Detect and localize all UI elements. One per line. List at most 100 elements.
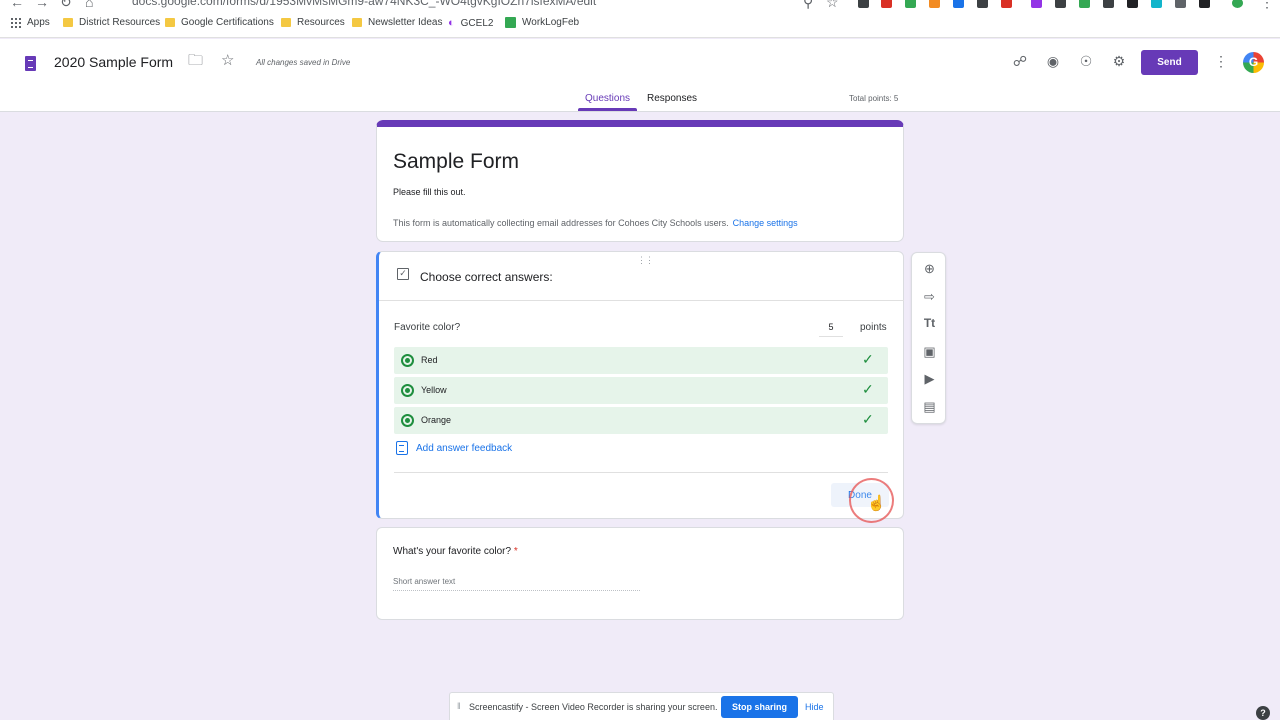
document-title[interactable]: 2020 Sample Form	[54, 54, 173, 70]
import-questions-icon[interactable]: ⇨	[921, 288, 938, 305]
extension-icon[interactable]	[1127, 0, 1138, 8]
bookmark-apps[interactable]: Apps	[11, 17, 50, 28]
bookmark-worklogfeb[interactable]: WorkLogFeb	[505, 17, 579, 28]
avatar[interactable]: G	[1243, 52, 1264, 73]
divider	[379, 300, 904, 301]
answer-key-card[interactable]: ⋮⋮ ✓ Choose correct answers: Favorite co…	[376, 251, 904, 519]
help-icon[interactable]: ?	[1256, 706, 1270, 720]
folder-icon	[165, 18, 175, 27]
hand-cursor-icon: ☝	[867, 495, 886, 512]
correct-check-icon: ✓	[862, 351, 874, 367]
answer-option-orange[interactable]: Orange ✓	[394, 407, 888, 434]
extension-icon[interactable]	[881, 0, 892, 8]
add-image-icon[interactable]: ▣	[921, 343, 938, 360]
add-section-icon[interactable]: ▤	[921, 398, 938, 415]
answer-option-red[interactable]: Red ✓	[394, 347, 888, 374]
extension-icon[interactable]	[1001, 0, 1012, 8]
answer-option-yellow[interactable]: Yellow ✓	[394, 377, 888, 404]
points-input[interactable]: 5	[819, 322, 843, 337]
more-options-icon[interactable]: ⋮	[1211, 51, 1231, 71]
browser-url-bar: ← → ↻ ⌂ docs.google.com/forms/d/1953MvMs…	[0, 0, 1280, 10]
stop-sharing-button[interactable]: Stop sharing	[721, 696, 798, 718]
forward-icon[interactable]: →	[35, 0, 49, 10]
extension-icon[interactable]	[1103, 0, 1114, 8]
extension-icon[interactable]	[858, 0, 869, 8]
required-asterisk: *	[513, 546, 518, 557]
add-question-icon[interactable]: ⊕	[921, 260, 938, 277]
palette-icon[interactable]: ◉	[1043, 51, 1063, 71]
apps-grid-icon	[11, 17, 21, 28]
bookmark-district-resources[interactable]: District Resources	[63, 17, 160, 28]
drag-grip-icon[interactable]: ‖	[457, 701, 461, 711]
question-toolbar: ⊕ ⇨ Tt ▣ ▶ ▤	[911, 252, 946, 424]
question-title: What's your favorite color? *	[393, 546, 518, 557]
save-status: All changes saved in Drive	[256, 58, 351, 67]
browser-menu-icon[interactable]: ⋮	[1260, 0, 1274, 10]
add-title-icon[interactable]: Tt	[921, 315, 938, 332]
forms-header: 2020 Sample Form 🗀 ☆ All changes saved i…	[0, 39, 1280, 112]
divider	[394, 472, 888, 473]
feedback-icon[interactable]	[396, 441, 408, 455]
option-label: Red	[421, 355, 438, 365]
bookmark-newsletter-ideas[interactable]: Newsletter Ideas	[352, 17, 442, 28]
bookmark-google-certifications[interactable]: Google Certifications	[165, 17, 274, 28]
send-button[interactable]: Send	[1141, 50, 1198, 75]
points-label: points	[860, 322, 887, 333]
extension-icon[interactable]	[1151, 0, 1162, 8]
extension-icon[interactable]	[953, 0, 964, 8]
option-label: Orange	[421, 415, 452, 425]
correct-check-icon: ✓	[862, 411, 874, 427]
settings-gear-icon[interactable]: ⚙	[1109, 51, 1129, 71]
extension-icon[interactable]	[1031, 0, 1042, 8]
extension-icon[interactable]	[1199, 0, 1210, 8]
back-icon[interactable]: ←	[10, 0, 24, 10]
tab-questions[interactable]: Questions	[585, 93, 630, 104]
preview-eye-icon[interactable]: ☉	[1076, 51, 1096, 71]
question-card[interactable]: What's your favorite color? * Short answ…	[376, 527, 904, 620]
extension-icon[interactable]	[1079, 0, 1090, 8]
search-icon[interactable]: ⚲	[803, 0, 813, 10]
bookmark-star-icon[interactable]: ☆	[826, 0, 839, 10]
add-answer-feedback-link[interactable]: Add answer feedback	[416, 443, 512, 454]
active-tab-indicator	[578, 108, 637, 111]
home-icon[interactable]: ⌂	[85, 0, 93, 10]
extension-icon[interactable]	[905, 0, 916, 8]
correct-check-icon: ✓	[862, 381, 874, 397]
addons-icon[interactable]: ☍	[1010, 51, 1030, 71]
folder-icon[interactable]: 🗀	[188, 52, 203, 70]
question-title: Favorite color?	[394, 322, 461, 333]
bookmark-resources[interactable]: Resources	[281, 17, 345, 28]
gcel2-icon: ◐	[448, 17, 455, 29]
sheets-icon	[505, 17, 516, 28]
screen-sharing-bar: ‖ Screencastify - Screen Video Recorder …	[449, 692, 834, 720]
total-points: Total points: 5	[849, 94, 899, 103]
radio-selected-icon	[401, 354, 414, 367]
drag-handle-icon[interactable]: ⋮⋮	[637, 255, 654, 266]
forms-logo-icon[interactable]	[25, 56, 36, 71]
bookmark-gcel2[interactable]: ◐ GCEL2	[448, 17, 493, 29]
tab-responses[interactable]: Responses	[647, 93, 697, 104]
folder-icon	[352, 18, 362, 27]
form-description[interactable]: Please fill this out.	[393, 187, 466, 197]
option-label: Yellow	[421, 385, 447, 395]
profile-icon[interactable]	[1232, 0, 1243, 8]
extension-icon[interactable]	[1055, 0, 1066, 8]
extension-icon[interactable]	[929, 0, 940, 8]
radio-selected-icon	[401, 384, 414, 397]
change-settings-link[interactable]: Change settings	[733, 218, 798, 228]
checkbox-icon: ✓	[397, 268, 409, 280]
folder-icon	[63, 18, 73, 27]
address-bar[interactable]: docs.google.com/forms/d/1953MvMsMGm9-aw7…	[132, 0, 596, 8]
answer-key-heading: Choose correct answers:	[420, 270, 553, 284]
bookmarks-bar: Apps District Resources Google Certifica…	[0, 10, 1280, 38]
form-title[interactable]: Sample Form	[393, 150, 519, 174]
extension-icon[interactable]	[1175, 0, 1186, 8]
hide-button[interactable]: Hide	[805, 702, 824, 712]
short-answer-field: Short answer text	[393, 577, 640, 591]
star-icon[interactable]: ☆	[221, 52, 234, 70]
reload-icon[interactable]: ↻	[60, 0, 72, 10]
form-title-card[interactable]: Sample Form Please fill this out. This f…	[376, 120, 904, 242]
add-video-icon[interactable]: ▶	[921, 370, 938, 387]
email-collection-note: This form is automatically collecting em…	[393, 218, 798, 228]
extension-icon[interactable]	[977, 0, 988, 8]
